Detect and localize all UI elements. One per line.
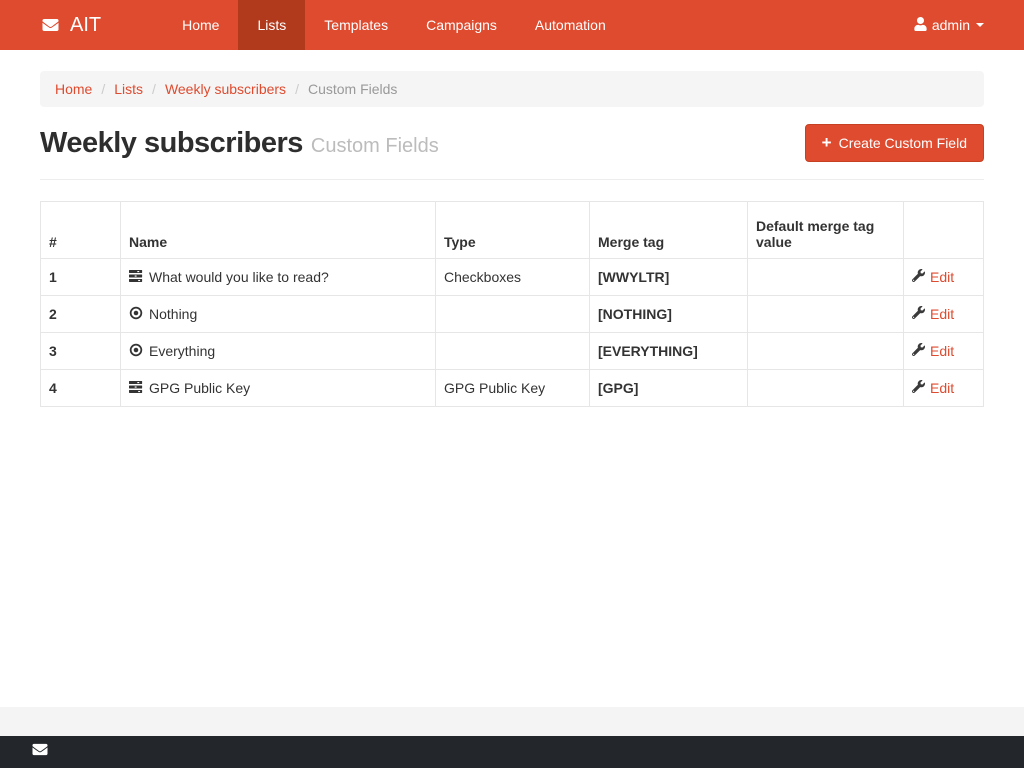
- top-navbar: AIT Home Lists Templates Campaigns Autom…: [0, 0, 1024, 50]
- edit-link[interactable]: Edit: [912, 380, 954, 396]
- row-type: [436, 333, 590, 370]
- col-header-actions: [904, 202, 984, 259]
- brand-text: AIT: [70, 14, 101, 37]
- edit-link[interactable]: Edit: [912, 306, 954, 322]
- field-name: Nothing: [149, 306, 197, 322]
- table-row: 3 Everything [EVERYTHING] Edit: [41, 333, 984, 370]
- row-num: 1: [41, 259, 121, 296]
- user-icon: [914, 17, 932, 34]
- content-area: Home / Lists / Weekly subscribers / Cust…: [0, 50, 1024, 707]
- table-row: 1 What would you like to read? Checkboxe…: [41, 259, 984, 296]
- breadcrumb-lists[interactable]: Lists: [114, 81, 143, 97]
- pre-footer-strip: [0, 707, 1024, 736]
- row-type: Checkboxes: [436, 259, 590, 296]
- nav-item-lists[interactable]: Lists: [238, 0, 305, 50]
- page-title: Weekly subscribers: [40, 127, 303, 160]
- wrench-icon: [912, 380, 925, 396]
- edit-link[interactable]: Edit: [912, 269, 954, 285]
- nav-item-home[interactable]: Home: [163, 0, 238, 50]
- brand-logo[interactable]: AIT: [0, 0, 111, 50]
- create-custom-field-button[interactable]: + Create Custom Field: [805, 124, 984, 162]
- page-header: Weekly subscribers Custom Fields + Creat…: [40, 124, 984, 162]
- breadcrumb-separator: /: [101, 81, 105, 97]
- row-merge-tag: [NOTHING]: [590, 296, 748, 333]
- plus-icon: +: [822, 134, 832, 151]
- col-header-default-value: Default merge tag value: [748, 202, 904, 259]
- col-header-num: #: [41, 202, 121, 259]
- nav-item-campaigns[interactable]: Campaigns: [407, 0, 516, 50]
- row-default-value: [748, 333, 904, 370]
- dot-circle-icon: [129, 306, 143, 323]
- user-name: admin: [932, 17, 970, 33]
- envelope-icon: [30, 742, 50, 762]
- breadcrumb-home[interactable]: Home: [55, 81, 92, 97]
- row-actions: Edit: [904, 296, 984, 333]
- main-nav: Home Lists Templates Campaigns Automatio…: [163, 0, 625, 50]
- breadcrumb-separator: /: [295, 81, 299, 97]
- caret-down-icon: [976, 23, 984, 27]
- row-name-cell: Nothing: [121, 296, 436, 333]
- nav-item-automation[interactable]: Automation: [516, 0, 625, 50]
- table-header-row: # Name Type Merge tag Default merge tag …: [41, 202, 984, 259]
- field-name: GPG Public Key: [149, 380, 250, 396]
- breadcrumb-separator: /: [152, 81, 156, 97]
- table-row: 4 GPG Public Key GPG Public Key [GPG] Ed…: [41, 370, 984, 407]
- user-menu[interactable]: admin: [914, 0, 1024, 50]
- nav-item-templates[interactable]: Templates: [305, 0, 407, 50]
- edit-label: Edit: [930, 306, 954, 322]
- row-actions: Edit: [904, 333, 984, 370]
- divider: [40, 179, 984, 180]
- field-name: Everything: [149, 343, 215, 359]
- custom-fields-table: # Name Type Merge tag Default merge tag …: [40, 201, 984, 407]
- dot-circle-icon: [129, 343, 143, 360]
- edit-link[interactable]: Edit: [912, 343, 954, 359]
- page-subtitle: Custom Fields: [311, 135, 439, 158]
- col-header-name: Name: [121, 202, 436, 259]
- row-name-cell: GPG Public Key: [121, 370, 436, 407]
- row-default-value: [748, 296, 904, 333]
- breadcrumb-weekly-subscribers[interactable]: Weekly subscribers: [165, 81, 286, 97]
- table-row: 2 Nothing [NOTHING] Edit: [41, 296, 984, 333]
- envelope-icon: [40, 17, 61, 33]
- row-type: [436, 296, 590, 333]
- row-num: 3: [41, 333, 121, 370]
- wrench-icon: [912, 306, 925, 322]
- row-merge-tag: [WWYLTR]: [590, 259, 748, 296]
- row-merge-tag: [EVERYTHING]: [590, 333, 748, 370]
- edit-label: Edit: [930, 343, 954, 359]
- row-merge-tag: [GPG]: [590, 370, 748, 407]
- tasks-icon: [129, 269, 143, 286]
- row-num: 4: [41, 370, 121, 407]
- wrench-icon: [912, 269, 925, 285]
- edit-label: Edit: [930, 380, 954, 396]
- row-actions: Edit: [904, 370, 984, 407]
- tasks-icon: [129, 380, 143, 397]
- row-type: GPG Public Key: [436, 370, 590, 407]
- row-default-value: [748, 259, 904, 296]
- col-header-merge-tag: Merge tag: [590, 202, 748, 259]
- edit-label: Edit: [930, 269, 954, 285]
- row-name-cell: Everything: [121, 333, 436, 370]
- breadcrumb: Home / Lists / Weekly subscribers / Cust…: [40, 71, 984, 107]
- row-actions: Edit: [904, 259, 984, 296]
- create-custom-field-label: Create Custom Field: [839, 135, 967, 151]
- wrench-icon: [912, 343, 925, 359]
- breadcrumb-custom-fields: Custom Fields: [308, 81, 397, 97]
- field-name: What would you like to read?: [149, 269, 329, 285]
- row-default-value: [748, 370, 904, 407]
- col-header-type: Type: [436, 202, 590, 259]
- row-name-cell: What would you like to read?: [121, 259, 436, 296]
- row-num: 2: [41, 296, 121, 333]
- footer-bar: [0, 736, 1024, 768]
